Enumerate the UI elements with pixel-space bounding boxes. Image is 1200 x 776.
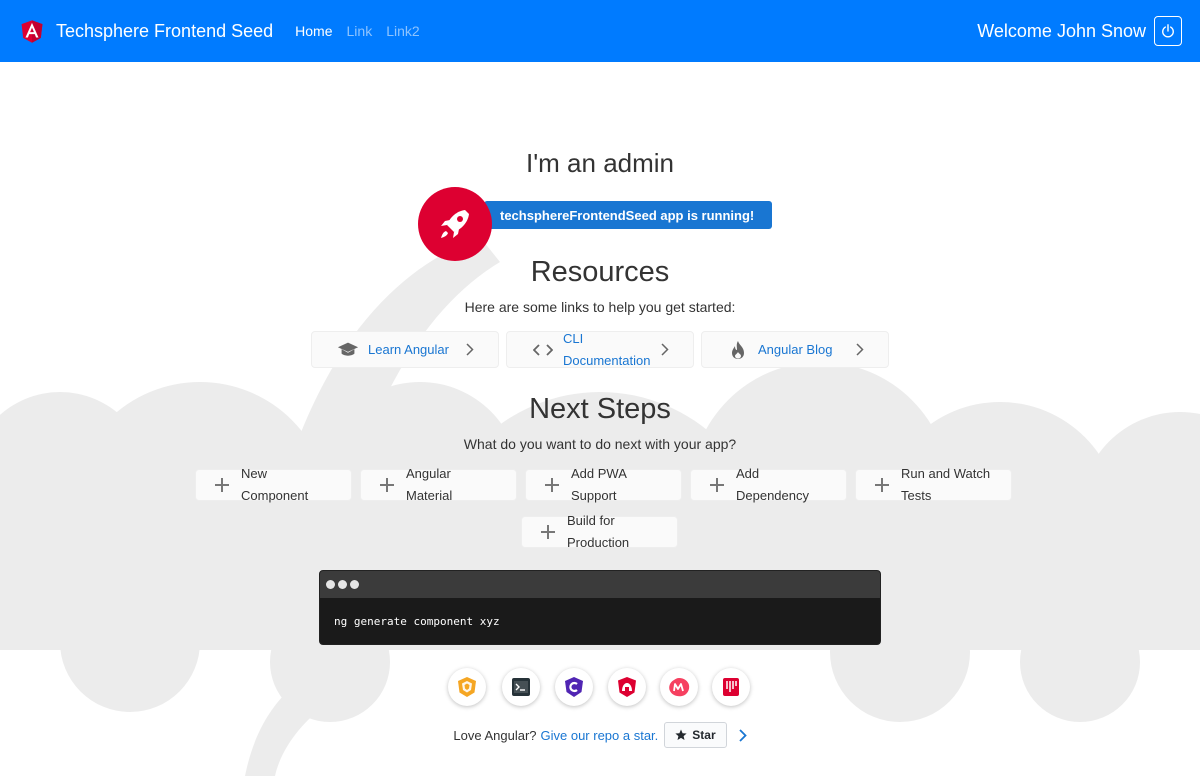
chevron-right-icon — [466, 343, 474, 356]
terminal-dot — [338, 580, 347, 589]
step-add-pwa-support[interactable]: Add PWA Support — [525, 466, 682, 503]
learn-angular-card[interactable]: Learn Angular — [311, 331, 499, 368]
step-line2: Support — [571, 488, 617, 503]
chevron-right-icon — [856, 343, 864, 356]
nav-right: Welcome John Snow — [977, 16, 1182, 46]
plus-icon — [710, 478, 724, 492]
step-line2: Component — [241, 488, 309, 503]
step-line2: Material — [406, 488, 453, 503]
angular-shield-link[interactable] — [608, 668, 646, 706]
next-steps-title: Next Steps — [529, 393, 671, 425]
logout-button[interactable] — [1154, 16, 1182, 46]
brand[interactable]: Techsphere Frontend Seed — [18, 16, 273, 46]
footer: Love Angular? Give our repo a star. Star — [0, 722, 1200, 748]
meetup-m-icon — [669, 678, 690, 697]
angular-shield-icon — [618, 677, 636, 697]
top-navbar: Techsphere Frontend Seed Home Link Link2… — [0, 0, 1200, 62]
cli-link[interactable] — [502, 668, 540, 706]
plus-icon — [215, 478, 229, 492]
step-line1: New — [241, 466, 268, 481]
cli-documentation-line1: CLI — [563, 330, 584, 346]
discord-link[interactable] — [712, 668, 750, 706]
cli-documentation-label: CLI Documentation — [563, 328, 650, 372]
chevron-right-icon — [661, 343, 669, 356]
terminal-command[interactable]: ng generate component xyz — [320, 598, 880, 628]
plus-icon — [380, 478, 394, 492]
rocket-badge — [418, 187, 492, 261]
step-build-for-production[interactable]: Build for Production — [521, 513, 678, 550]
resources-subtitle: Here are some links to help you get star… — [464, 299, 736, 315]
step-label: Add Dependency — [736, 463, 809, 507]
admin-heading: I'm an admin — [525, 148, 675, 178]
star-icon — [675, 729, 687, 740]
step-line1: Add — [736, 466, 760, 481]
angular-blog-card[interactable]: Angular Blog — [701, 331, 889, 368]
nav-link-home[interactable]: Home — [295, 23, 332, 39]
step-line2: Production — [567, 535, 630, 550]
app-running-badge: techsphereFrontendSeed app is running! — [484, 201, 772, 229]
step-add-dependency[interactable]: Add Dependency — [690, 466, 847, 503]
step-label: Run and Watch Tests — [901, 463, 990, 507]
step-run-and-watch-tests[interactable]: Run and Watch Tests — [855, 466, 1012, 503]
plus-icon — [545, 478, 559, 492]
step-label: Add PWA Support — [571, 463, 627, 507]
main-content: I'm an admin techsphereFrontendSeed app … — [0, 62, 1200, 776]
welcome-text: Welcome John Snow — [977, 20, 1146, 41]
resources-title: Resources — [530, 256, 670, 288]
brand-title: Techsphere Frontend Seed — [56, 20, 274, 41]
discord-icon — [723, 678, 739, 696]
next-steps-subtitle: What do you want to do next with your ap… — [463, 436, 737, 452]
animations-icon — [458, 677, 476, 697]
nav-link-link[interactable]: Link — [347, 23, 373, 39]
terminal-dot — [350, 580, 359, 589]
terminal: ng generate component xyz — [319, 570, 881, 645]
code-icon — [531, 338, 555, 362]
step-line1: Angular — [406, 466, 451, 481]
step-label: Build for Production — [567, 510, 629, 554]
nav-link-link2[interactable]: Link2 — [386, 23, 419, 39]
plus-icon — [541, 525, 555, 539]
give-star-link[interactable]: Give our repo a star. — [541, 728, 659, 743]
step-label: Angular Material — [406, 463, 452, 507]
cli-icon — [512, 678, 530, 696]
nav-links: Home Link Link2 — [295, 23, 434, 39]
angular-logo-icon — [21, 20, 43, 43]
star-button[interactable]: Star — [664, 722, 727, 748]
step-line1: Add PWA — [571, 466, 627, 481]
step-line1: Build for — [567, 513, 615, 528]
step-label: New Component — [241, 463, 308, 507]
step-line2: Tests — [901, 488, 932, 503]
chevron-right-icon[interactable] — [738, 728, 747, 742]
cli-documentation-line2: Documentation — [563, 352, 651, 368]
star-label: Star — [692, 728, 716, 742]
animations-link[interactable] — [448, 668, 486, 706]
terminal-dot — [326, 580, 335, 589]
learn-angular-label: Learn Angular — [368, 341, 449, 357]
love-angular-text: Love Angular? — [453, 727, 537, 743]
step-line2: Dependency — [736, 488, 809, 503]
app-running-text: techsphereFrontendSeed app is running! — [500, 207, 755, 223]
meetup-link[interactable] — [555, 668, 593, 706]
plus-icon — [875, 478, 889, 492]
graduation-cap-icon — [336, 338, 360, 362]
power-icon — [1162, 24, 1174, 38]
terminal-titlebar — [320, 571, 880, 598]
meetup-icon — [565, 677, 583, 697]
step-line1: Run and Watch — [901, 466, 991, 481]
step-angular-material[interactable]: Angular Material — [360, 466, 517, 503]
meetup-m-link[interactable] — [660, 668, 698, 706]
cli-documentation-card[interactable]: CLI Documentation — [506, 331, 694, 368]
angular-blog-label: Angular Blog — [758, 341, 833, 357]
rocket-icon — [441, 210, 469, 238]
flame-icon — [726, 338, 750, 362]
step-new-component[interactable]: New Component — [195, 466, 352, 503]
